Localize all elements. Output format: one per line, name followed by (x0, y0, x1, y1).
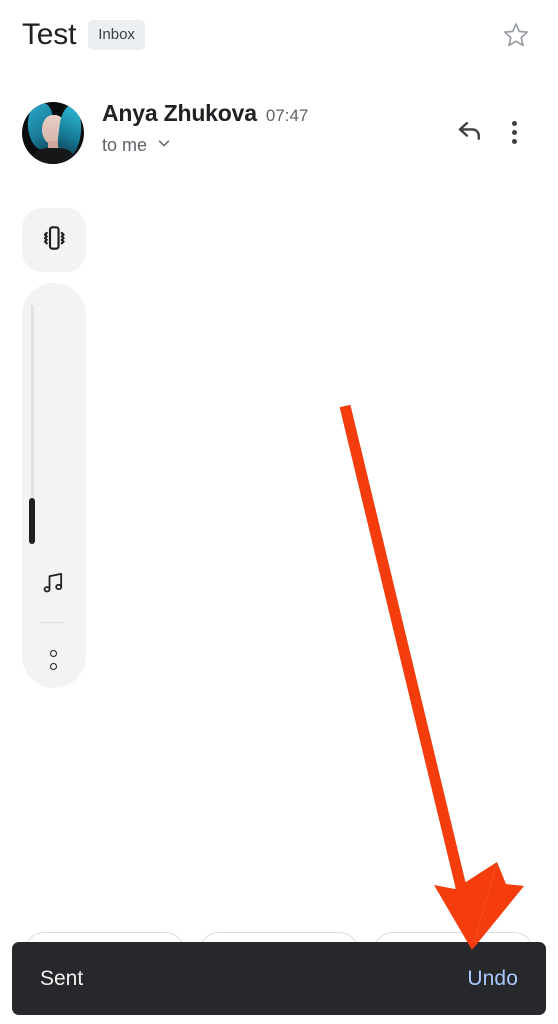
volume-settings-button[interactable] (40, 645, 66, 675)
snackbar-message: Sent (40, 966, 84, 990)
vibrate-toggle-button[interactable] (22, 208, 86, 272)
avatar[interactable] (22, 102, 84, 164)
snackbar: Sent Undo (12, 942, 546, 1015)
message-actions (448, 96, 536, 154)
message-timestamp: 07:47 (265, 106, 309, 125)
star-outline-icon (501, 20, 531, 50)
reply-button[interactable] (448, 110, 492, 154)
reply-arrow-icon (455, 115, 485, 150)
label-chip-inbox[interactable]: Inbox (88, 20, 145, 50)
volume-settings-more-icon (49, 650, 57, 670)
snackbar-undo-button[interactable]: Undo (467, 967, 518, 991)
music-note-icon (39, 569, 67, 602)
volume-panel-divider (40, 622, 66, 623)
volume-slider-thumb[interactable] (29, 498, 35, 544)
recipients-label: to me (102, 135, 148, 155)
star-button[interactable] (496, 15, 536, 55)
more-vert-icon (511, 120, 517, 144)
sender-name[interactable]: Anya Zhukova (102, 100, 257, 127)
sender-info: Anya Zhukova 07:47 to me (102, 96, 308, 157)
recipients-row[interactable]: to me (102, 134, 308, 157)
media-stream-button[interactable] (38, 570, 68, 600)
subject-header: Test Inbox (0, 0, 558, 70)
vibrate-icon (38, 222, 70, 259)
more-options-button[interactable] (492, 110, 536, 154)
avatar-shoulders (34, 148, 72, 164)
sender-name-row: Anya Zhukova 07:47 (102, 100, 308, 127)
page-title: Test (22, 18, 77, 51)
message-header: Anya Zhukova 07:47 to me (0, 96, 558, 188)
chevron-down-icon[interactable] (155, 134, 173, 157)
